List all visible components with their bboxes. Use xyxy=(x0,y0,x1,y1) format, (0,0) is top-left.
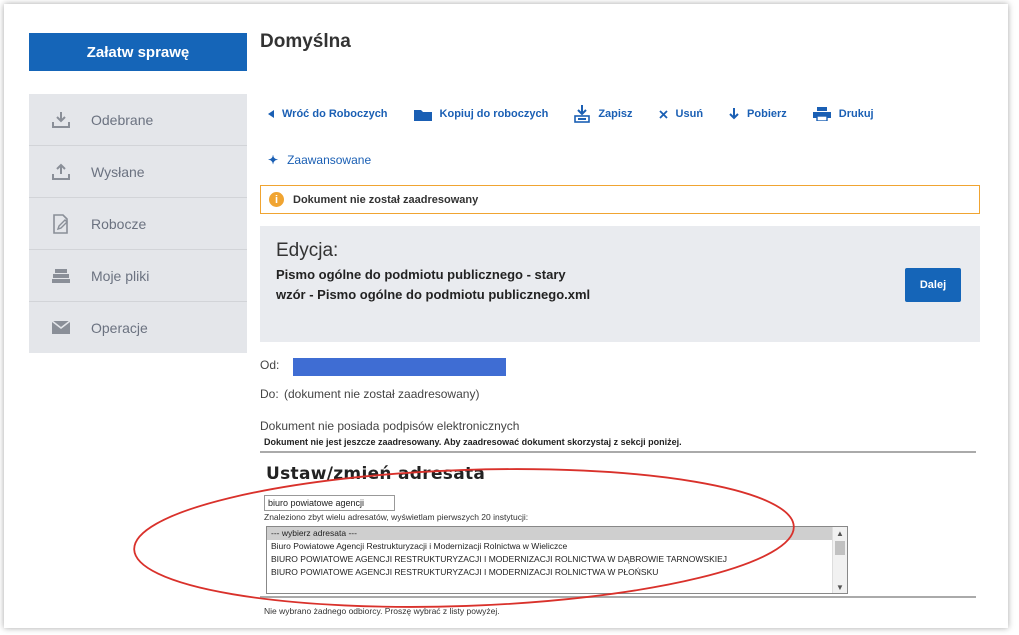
advanced-label: Zaawansowane xyxy=(287,153,372,167)
signatures-info: Dokument nie posiada podpisów elektronic… xyxy=(260,419,520,433)
draft-edit-icon xyxy=(51,213,71,234)
copy-to-drafts-button[interactable]: Kopiuj do roboczych xyxy=(413,108,549,121)
arrow-left-icon xyxy=(268,110,274,118)
download-label: Pobierz xyxy=(747,108,787,120)
edit-panel: Edycja: Pismo ogólne do podmiotu publicz… xyxy=(260,226,980,342)
print-button[interactable]: Drukuj xyxy=(812,107,874,121)
recipient-listbox[interactable]: --- wybierz adresata --- Biuro Powiatowe… xyxy=(266,526,848,594)
sidebar-item-moje-pliki[interactable]: Moje pliki xyxy=(29,250,247,302)
sidebar-item-operacje[interactable]: Operacje xyxy=(29,302,247,353)
plus-icon: ✦ xyxy=(268,153,279,167)
upload-icon xyxy=(51,162,71,182)
scroll-down-icon[interactable]: ▼ xyxy=(833,581,847,593)
sidebar-nav: Odebrane Wysłane Robocze Moje pliki Oper… xyxy=(29,94,247,353)
sidebar-item-odebrane[interactable]: Odebrane xyxy=(29,94,247,146)
next-button[interactable]: Dalej xyxy=(905,268,961,302)
document-toolbar: Wróć do Roboczych Kopiuj do roboczych Za… xyxy=(268,105,900,123)
recipient-search-input[interactable] xyxy=(264,495,395,511)
set-recipient-heading: Ustaw/zmień adresata xyxy=(266,464,486,484)
list-item[interactable]: BIURO POWIATOWE AGENCJI RESTRUKTURYZACJI… xyxy=(267,553,847,566)
print-label: Drukuj xyxy=(838,108,874,120)
scroll-up-icon[interactable]: ▲ xyxy=(833,527,847,539)
advanced-toggle[interactable]: ✦ Zaawansowane xyxy=(268,153,371,167)
edit-heading: Edycja: xyxy=(276,240,339,261)
sidebar-item-label: Odebrane xyxy=(91,111,154,128)
divider xyxy=(260,596,976,598)
save-label: Zapisz xyxy=(598,108,633,120)
document-name: Pismo ogólne do podmiotu publicznego - s… xyxy=(276,267,591,302)
to-label: Do: xyxy=(260,387,279,401)
sidebar-item-label: Moje pliki xyxy=(91,267,150,284)
sender-redacted xyxy=(293,358,506,376)
divider xyxy=(260,451,976,453)
from-label: Od: xyxy=(260,358,280,372)
delete-button[interactable]: Usuń xyxy=(658,108,704,120)
folder-icon xyxy=(413,108,432,121)
sidebar-item-robocze[interactable]: Robocze xyxy=(29,198,247,250)
delete-label: Usuń xyxy=(675,108,704,120)
download-button[interactable]: Pobierz xyxy=(729,108,787,120)
page-title: Domyślna xyxy=(260,31,351,52)
copy-label: Kopiuj do roboczych xyxy=(439,108,549,120)
scrollbar-thumb[interactable] xyxy=(835,541,845,555)
to-value: (dokument nie został zaadresowany) xyxy=(284,387,480,401)
warning-alert: i Dokument nie został zaadresowany xyxy=(260,185,980,214)
scrollbar[interactable]: ▲ ▼ xyxy=(832,527,847,593)
download-icon xyxy=(51,110,71,130)
back-label: Wróć do Roboczych xyxy=(282,108,388,120)
save-button[interactable]: Zapisz xyxy=(574,105,633,123)
list-item[interactable]: BIURO POWIATOWE AGENCJI RESTRUKTURYZACJI… xyxy=(267,566,847,579)
address-notice: Dokument nie jest jeszcze zaadresowany. … xyxy=(264,437,682,447)
sidebar-item-wyslane[interactable]: Wysłane xyxy=(29,146,247,198)
sidebar-item-label: Operacje xyxy=(91,319,148,336)
info-icon: i xyxy=(269,192,284,207)
back-to-drafts-link[interactable]: Wróć do Roboczych xyxy=(268,108,388,120)
files-stack-icon xyxy=(51,266,71,286)
no-recipient-message: Nie wybrano żadnego odbiorcy. Proszę wyb… xyxy=(264,606,500,616)
arrow-down-icon xyxy=(729,108,739,120)
results-info: Znaleziono zbyt wielu adresatów, wyświet… xyxy=(264,512,529,522)
alert-text: Dokument nie został zaadresowany xyxy=(293,193,479,206)
take-care-button[interactable]: Załatw sprawę xyxy=(29,33,247,71)
save-download-icon xyxy=(574,105,591,123)
close-icon xyxy=(658,109,668,119)
list-item[interactable]: Biuro Powiatowe Agencji Restrukturyzacji… xyxy=(267,540,847,553)
envelope-icon xyxy=(51,318,71,338)
sidebar-item-label: Robocze xyxy=(91,215,147,232)
printer-icon xyxy=(812,107,831,121)
list-item[interactable]: --- wybierz adresata --- xyxy=(267,527,847,540)
app-frame: Załatw sprawę Odebrane Wysłane Robocze M… xyxy=(4,4,1008,628)
sidebar-item-label: Wysłane xyxy=(91,163,145,180)
